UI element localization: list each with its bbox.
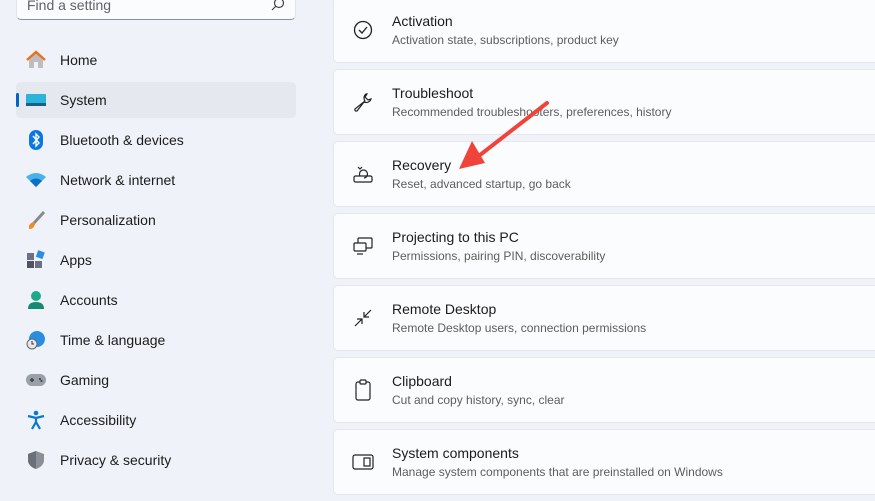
sidebar-item-label: Bluetooth & devices [60,132,184,148]
card-recovery[interactable]: Recovery Reset, advanced startup, go back [333,141,875,207]
search-placeholder: Find a setting [27,0,112,13]
sidebar-item-label: Gaming [60,372,110,388]
card-troubleshoot[interactable]: Troubleshoot Recommended troubleshooters,… [333,69,875,135]
card-subtitle: Remote Desktop users, connection permiss… [392,321,647,335]
globe-clock-icon [26,330,46,350]
card-subtitle: Activation state, subscriptions, product… [392,33,619,47]
gamepad-icon [26,370,46,390]
sidebar-item-gaming[interactable]: Gaming [16,362,296,398]
check-circle-icon [352,19,374,41]
search-icon [271,0,285,11]
card-subtitle: Reset, advanced startup, go back [392,177,571,191]
sidebar-item-label: Apps [60,252,92,268]
sidebar-item-label: Time & language [60,332,166,348]
sidebar-item-apps[interactable]: Apps [16,242,296,278]
shield-icon [26,450,46,470]
bluetooth-icon [26,130,46,150]
sidebar-item-system[interactable]: System [16,82,296,118]
card-system-components[interactable]: System components Manage system component… [333,429,875,495]
sidebar-item-label: Accessibility [60,412,137,428]
sidebar-item-label: Accounts [60,292,118,308]
accounts-icon [26,290,46,310]
card-title: Clipboard [392,373,452,389]
wifi-icon [26,170,46,190]
wrench-icon [352,91,374,113]
card-activation[interactable]: Activation Activation state, subscription… [333,0,875,63]
card-clipboard[interactable]: Clipboard Cut and copy history, sync, cle… [333,357,875,423]
clipboard-icon [352,379,374,401]
card-subtitle: Recommended troubleshooters, preferences… [392,105,672,119]
card-subtitle: Cut and copy history, sync, clear [392,393,565,407]
card-title: System components [392,445,519,461]
apps-icon [26,250,46,270]
projecting-icon [352,235,374,257]
card-title: Troubleshoot [392,85,474,101]
sidebar-item-label: Network & internet [60,172,176,188]
sidebar-item-label: Privacy & security [60,452,172,468]
card-title: Projecting to this PC [392,229,519,245]
card-remote-desktop[interactable]: Remote Desktop Remote Desktop users, conn… [333,285,875,351]
sidebar-item-network[interactable]: Network & internet [16,162,296,198]
search-input[interactable]: Find a setting [16,0,296,20]
home-icon [26,50,46,70]
sidebar-item-personalization[interactable]: Personalization [16,202,296,238]
card-projecting[interactable]: Projecting to this PC Permissions, pairin… [333,213,875,279]
brush-icon [26,210,46,230]
card-title: Recovery [392,157,452,173]
system-components-icon [352,451,374,473]
sidebar-nav: Home System Bluetooth & devices Network … [16,42,296,482]
sidebar-item-privacy-security[interactable]: Privacy & security [16,442,296,478]
sidebar-item-accessibility[interactable]: Accessibility [16,402,296,438]
sidebar-item-home[interactable]: Home [16,42,296,78]
sidebar-item-accounts[interactable]: Accounts [16,282,296,318]
sidebar-item-time-language[interactable]: Time & language [16,322,296,358]
sidebar-item-label: Personalization [60,212,156,228]
sidebar-item-bluetooth[interactable]: Bluetooth & devices [16,122,296,158]
system-icon [26,90,46,110]
card-subtitle: Permissions, pairing PIN, discoverabilit… [392,249,606,263]
card-title: Remote Desktop [392,301,497,317]
recovery-icon [352,163,374,185]
card-title: Activation [392,13,453,29]
card-subtitle: Manage system components that are preins… [392,465,723,479]
sidebar-item-label: Home [60,52,98,68]
settings-list: Activation Activation state, subscription… [333,0,875,501]
remote-desktop-icon [352,307,374,329]
accessibility-icon [26,410,46,430]
sidebar-item-label: System [60,92,107,108]
